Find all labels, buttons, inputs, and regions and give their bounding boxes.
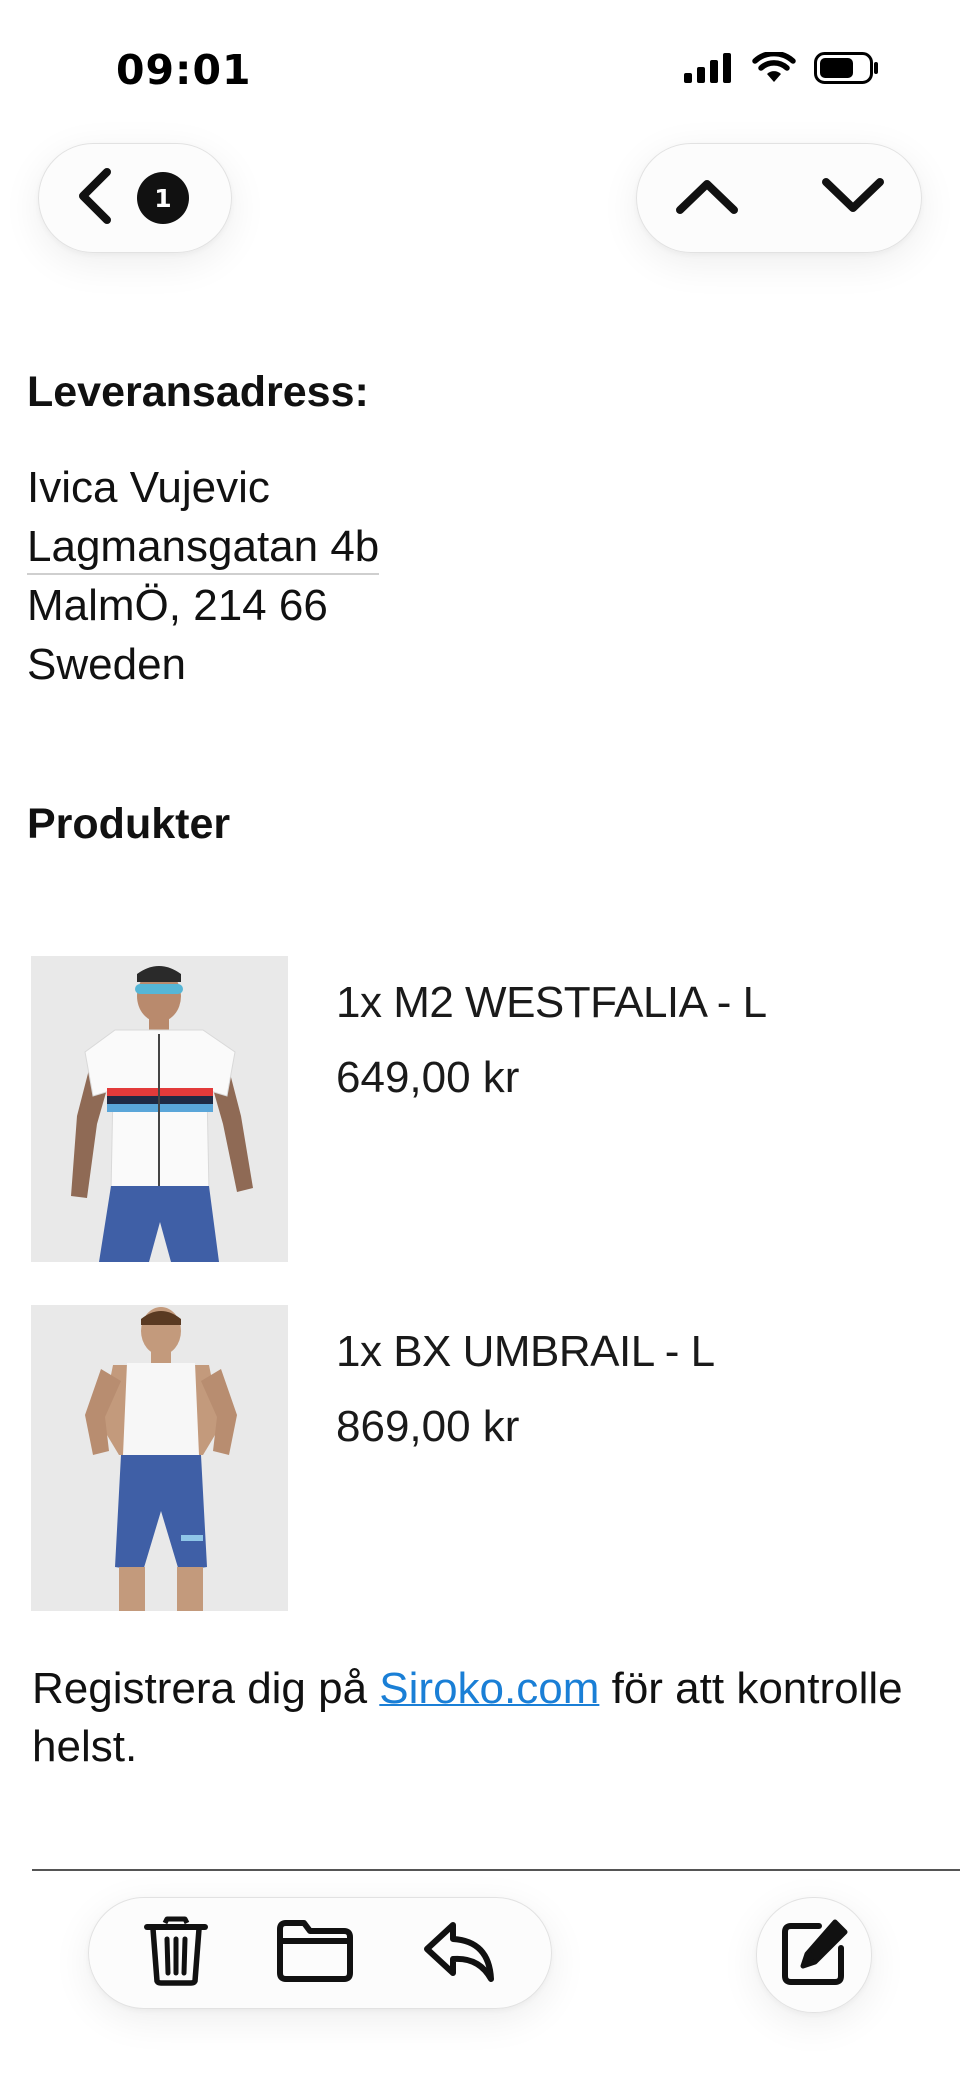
wifi-icon: [752, 50, 796, 89]
unread-count-badge: 1: [137, 172, 189, 224]
battery-icon: [814, 52, 880, 89]
chevron-up-icon: [674, 176, 740, 221]
trash-icon: [143, 1915, 209, 1992]
message-nav-pill: [636, 143, 922, 253]
folder-icon: [276, 1919, 354, 1988]
back-button[interactable]: [67, 166, 123, 231]
compose-icon: [779, 1918, 849, 1993]
product-image-bibshorts[interactable]: [31, 1305, 288, 1611]
register-text-after: för att kontrolle: [599, 1664, 903, 1713]
register-text-before: Registrera dig på: [32, 1664, 380, 1713]
product-price: 869,00 kr: [336, 1402, 520, 1451]
reply-button[interactable]: [421, 1919, 497, 1988]
address-street-link[interactable]: Lagmansgatan 4b: [27, 521, 380, 575]
previous-message-button[interactable]: [667, 168, 747, 228]
compose-button[interactable]: [779, 1918, 849, 1993]
cellular-signal-icon: [684, 53, 734, 88]
next-message-button[interactable]: [813, 168, 893, 228]
content-divider: [32, 1869, 960, 1871]
product-title[interactable]: 1x BX UMBRAIL - L: [336, 1327, 715, 1377]
chevron-down-icon: [820, 176, 886, 221]
siroko-link[interactable]: Siroko.com: [379, 1664, 599, 1713]
delete-button[interactable]: [143, 1915, 209, 1992]
address-name: Ivica Vujevic: [27, 463, 270, 512]
register-message: Registrera dig på Siroko.com för att kon…: [32, 1660, 960, 1776]
chevron-left-icon: [75, 166, 115, 231]
status-icons: [684, 50, 880, 89]
move-to-folder-button[interactable]: [276, 1919, 354, 1988]
back-pill: 1: [38, 143, 232, 253]
shipping-address: Ivica Vujevic Lagmansgatan 4b MalmÖ, 214…: [27, 458, 380, 694]
address-city-zip: MalmÖ, 214 66: [27, 581, 328, 630]
compose-pill: [756, 1897, 872, 2013]
product-price: 649,00 kr: [336, 1053, 520, 1102]
mail-action-toolbar: [88, 1897, 552, 2009]
product-image-jersey[interactable]: [31, 956, 288, 1262]
reply-icon: [421, 1919, 497, 1988]
products-heading: Produkter: [27, 800, 231, 848]
shipping-heading: Leveransadress:: [27, 368, 369, 416]
register-text-line2: helst.: [32, 1722, 138, 1771]
product-item: 1x BX UMBRAIL - L 869,00 kr: [31, 1305, 931, 1611]
status-bar: 09:01: [0, 0, 960, 140]
product-title[interactable]: 1x M2 WESTFALIA - L: [336, 978, 767, 1028]
address-country: Sweden: [27, 640, 187, 689]
product-item: 1x M2 WESTFALIA - L 649,00 kr: [31, 956, 931, 1262]
status-time: 09:01: [116, 46, 252, 94]
